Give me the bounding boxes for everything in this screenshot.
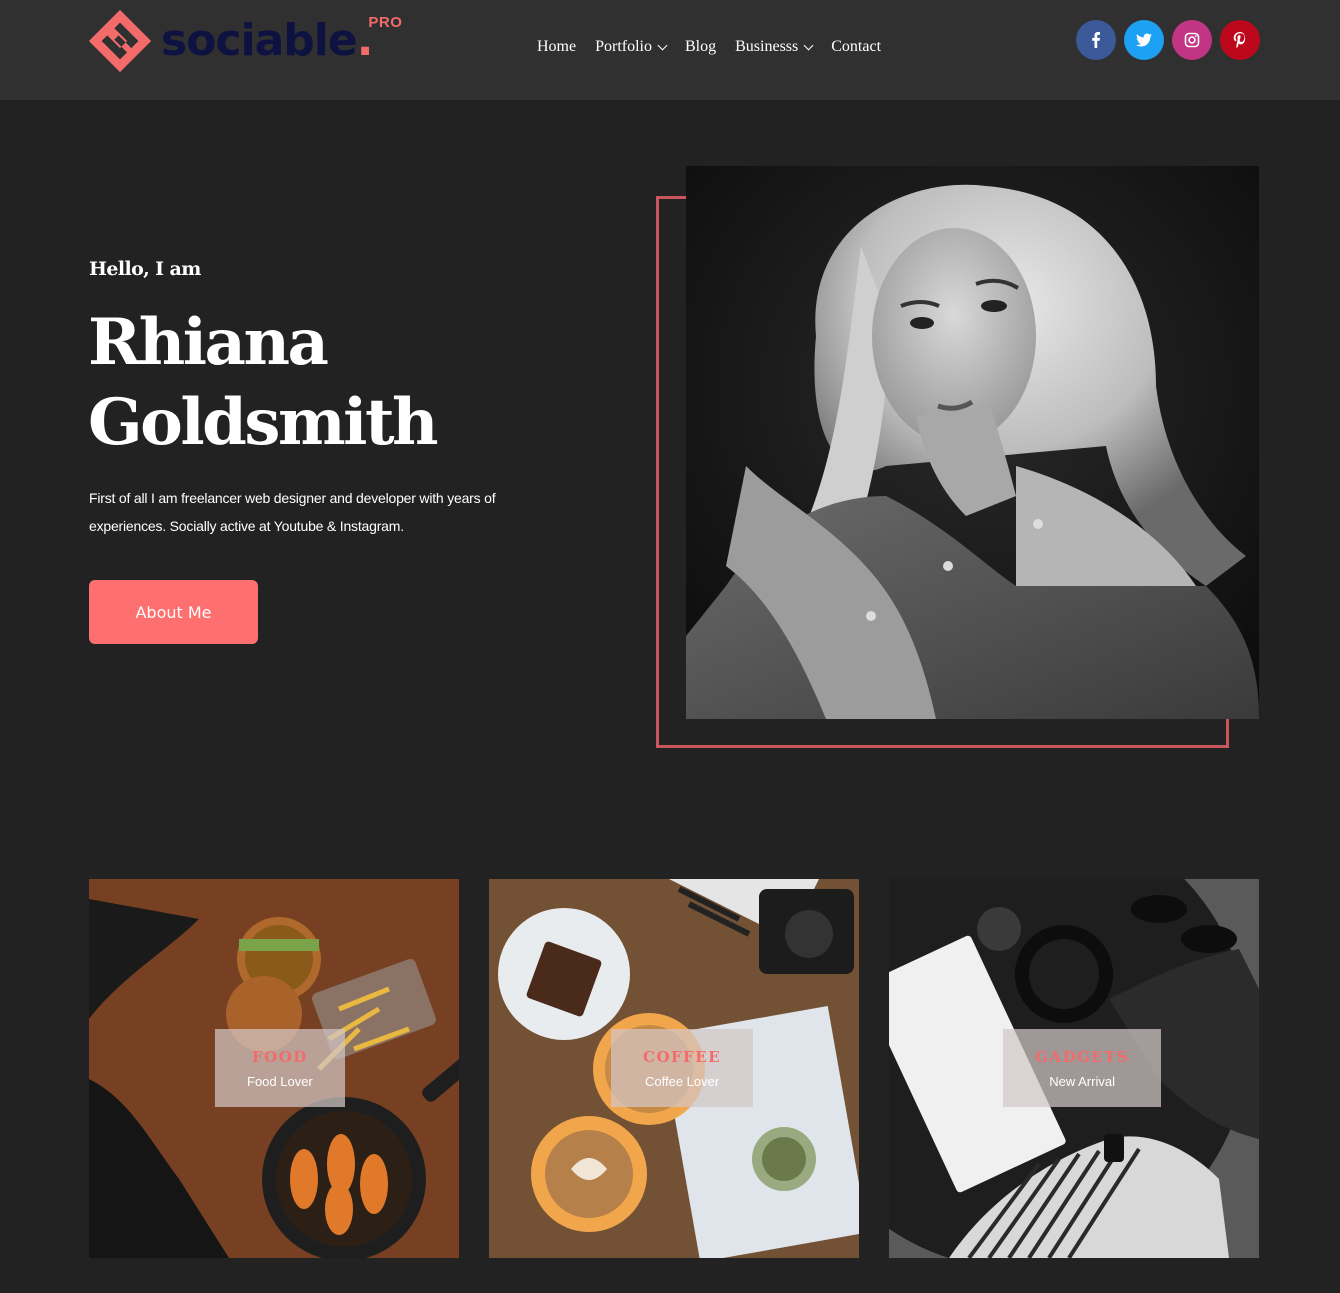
card-label: COFFEE Coffee Lover	[611, 1029, 754, 1107]
about-me-button[interactable]: About Me	[89, 580, 258, 644]
social-links	[1076, 20, 1260, 60]
brand-logo[interactable]: sociable. PRO	[89, 8, 403, 74]
card-title: FOOD	[251, 1047, 308, 1066]
brand-wordmark: sociable. PRO	[161, 14, 403, 66]
site-header: sociable. PRO Home Portfolio Blog Busines…	[0, 0, 1340, 100]
nav-item-contact[interactable]: Contact	[831, 38, 881, 56]
category-card-food[interactable]: FOOD Food Lover	[89, 879, 459, 1258]
twitter-button[interactable]	[1124, 20, 1164, 60]
portrait-image	[686, 166, 1259, 719]
pinterest-icon	[1233, 32, 1246, 48]
nav-item-blog[interactable]: Blog	[685, 38, 716, 56]
facebook-icon	[1092, 32, 1100, 48]
chevron-down-icon	[803, 40, 814, 50]
category-card-coffee[interactable]: COFFEE Coffee Lover	[489, 879, 859, 1258]
card-subtitle: New Arrival	[1049, 1073, 1115, 1089]
hero-name-last: Goldsmith	[88, 385, 439, 460]
hero-name: Rhiana Goldsmith	[88, 303, 439, 463]
facebook-button[interactable]	[1076, 20, 1116, 60]
instagram-button[interactable]	[1172, 20, 1212, 60]
instagram-icon	[1184, 32, 1200, 48]
portrait-photo	[686, 166, 1259, 719]
card-title: GADGETS	[1035, 1047, 1130, 1066]
chevron-down-icon	[657, 40, 668, 50]
card-subtitle: Coffee Lover	[644, 1073, 720, 1089]
brand-pro-badge: PRO	[368, 14, 403, 31]
nav-item-businesss[interactable]: Businesss	[735, 38, 814, 56]
twitter-icon	[1136, 33, 1152, 47]
main-nav: Home Portfolio Blog Businesss Contact	[537, 38, 900, 56]
nav-item-portfolio[interactable]: Portfolio	[595, 38, 668, 56]
hero-intro: First of all I am freelancer web designe…	[89, 490, 496, 534]
card-subtitle: Food Lover	[247, 1073, 313, 1089]
category-card-gadgets[interactable]: GADGETS New Arrival	[889, 879, 1259, 1258]
logo-mark-icon	[89, 10, 151, 72]
hero-greeting: Hello, I am	[89, 258, 201, 280]
card-title: COFFEE	[643, 1047, 722, 1066]
pinterest-button[interactable]	[1220, 20, 1260, 60]
hero-name-first: Rhiana	[88, 305, 329, 380]
nav-item-home[interactable]: Home	[537, 38, 576, 56]
card-label: GADGETS New Arrival	[1003, 1029, 1162, 1107]
card-label: FOOD Food Lover	[215, 1029, 345, 1107]
